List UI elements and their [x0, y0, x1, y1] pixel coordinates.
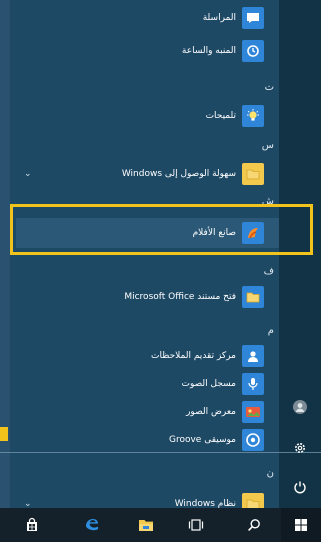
settings-icon[interactable]	[291, 439, 309, 457]
taskbar	[0, 508, 321, 542]
section-header-s[interactable]: س	[262, 140, 274, 151]
feedback-hub-icon	[242, 345, 264, 367]
power-icon[interactable]	[291, 478, 309, 496]
section-header-f[interactable]: ف	[264, 266, 274, 277]
folder-icon	[242, 163, 264, 185]
app-label: معرض الصور	[186, 406, 236, 417]
section-header-m[interactable]: م	[268, 325, 274, 336]
search-icon[interactable]	[238, 508, 270, 542]
messaging-icon	[242, 7, 264, 29]
app-label: تلميحات	[205, 110, 236, 121]
divider-line	[0, 452, 321, 453]
chevron-down-icon[interactable]: ⌄	[24, 169, 32, 179]
app-item-messaging[interactable]: المراسلة	[10, 2, 279, 34]
app-item-tips[interactable]: تلميحات	[10, 100, 279, 132]
office-folder-icon	[242, 286, 264, 308]
voice-recorder-icon	[242, 373, 264, 395]
app-label: المنبه والساعة	[181, 45, 236, 56]
groove-music-icon	[242, 429, 264, 451]
section-header-n[interactable]: ن	[267, 468, 274, 479]
app-item-open-office-document[interactable]: فتح مستند Microsoft Office	[10, 281, 279, 313]
app-label: مسجل الصوت	[181, 378, 236, 389]
app-item-ease-of-access[interactable]: سهولة الوصول إلى Windows ⌄	[10, 158, 279, 190]
lightbulb-icon	[242, 105, 264, 127]
app-label: سهولة الوصول إلى Windows	[121, 168, 236, 179]
app-label: موسيقى Groove	[168, 434, 236, 445]
alarm-clock-icon	[242, 40, 264, 62]
highlight-box	[10, 204, 313, 255]
section-header-t[interactable]: ت	[265, 82, 274, 93]
task-view-icon[interactable]	[180, 508, 212, 542]
user-avatar-icon[interactable]	[291, 398, 309, 416]
left-edge-strip	[0, 0, 10, 542]
file-explorer-icon[interactable]	[130, 508, 162, 542]
highlight-edge-marker	[0, 427, 8, 441]
photo-gallery-icon	[242, 401, 264, 423]
app-label: مركز تقديم الملاحظات	[150, 350, 236, 361]
start-icon[interactable]	[281, 508, 321, 542]
store-icon[interactable]	[16, 508, 48, 542]
edge-icon[interactable]	[76, 508, 108, 542]
app-item-alarms[interactable]: المنبه والساعة	[10, 35, 279, 67]
app-label: المراسلة	[202, 12, 236, 23]
app-label: فتح مستند Microsoft Office	[124, 291, 236, 302]
